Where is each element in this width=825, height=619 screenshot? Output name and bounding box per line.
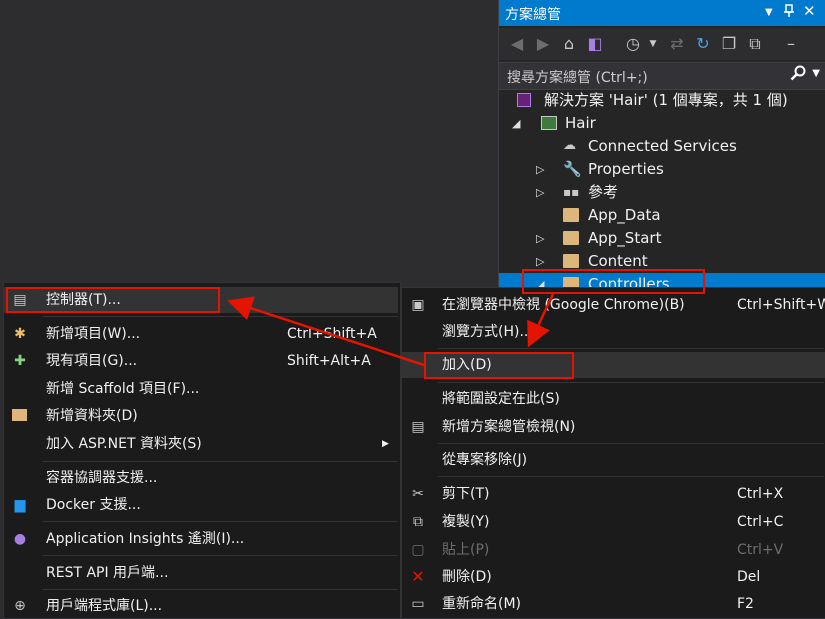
arrow-add-to-controller bbox=[227, 296, 425, 367]
arrow-folder-to-add bbox=[527, 293, 555, 348]
annotation-arrows bbox=[227, 293, 555, 367]
